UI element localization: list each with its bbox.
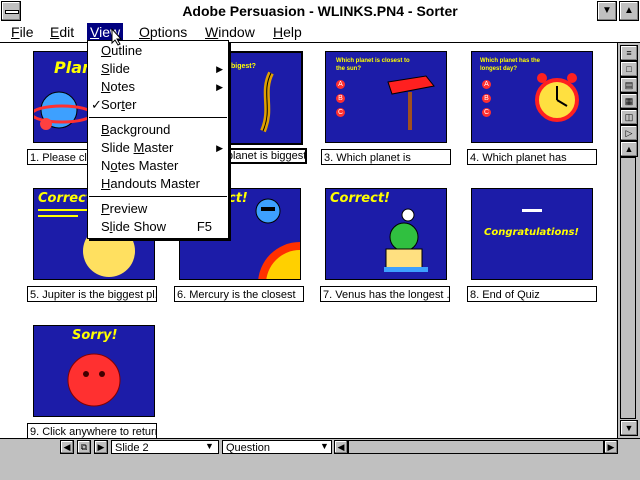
minimize-icon: ▼ <box>602 5 612 16</box>
chevron-down-icon[interactable]: ▼ <box>205 441 214 451</box>
prev-slide-icon[interactable]: ◀ <box>60 440 74 454</box>
page-icon[interactable]: ⧉ <box>77 440 91 454</box>
slide-thumbnail-4[interactable]: Which planet has the longest day? A B C <box>471 51 593 143</box>
menu-edit[interactable]: Edit <box>47 23 77 41</box>
vertical-scrollbar-track[interactable] <box>620 157 636 419</box>
scroll-down-icon[interactable]: ▼ <box>620 420 638 436</box>
slide-thumbnail-7[interactable]: Correct! <box>325 188 447 280</box>
slide-thumbnail-3[interactable]: Which planet is closest to the sun? A B … <box>325 51 447 143</box>
next-slide-icon[interactable]: ▶ <box>94 440 108 454</box>
slide-heading: Congratulations! <box>484 227 579 238</box>
view-menu-dropdown: Outline Slide ▶ Notes ▶ ✓ Sorter Background… <box>87 40 229 239</box>
menu-item-handouts-master[interactable]: Handouts Master <box>88 175 228 193</box>
title-bar-decoration <box>522 209 542 212</box>
menu-options[interactable]: Options <box>136 23 190 41</box>
shortcut-label: F5 <box>196 219 212 234</box>
menu-item-slide-master[interactable]: Slide Master ▶ <box>88 139 228 157</box>
scroll-left-icon[interactable]: ◀ <box>334 440 348 454</box>
menu-file[interactable]: File <box>8 23 37 41</box>
window-title: Adobe Persuasion - WLINKS.PN4 - Sorter <box>182 3 458 19</box>
outline-view-icon[interactable]: ≡ <box>620 45 638 61</box>
menu-help[interactable]: Help <box>270 23 305 41</box>
maximize-button[interactable]: ▲ <box>619 1 639 21</box>
slide-caption-3[interactable]: 3. Which planet is <box>321 149 451 165</box>
title-bar: Adobe Persuasion - WLINKS.PN4 - Sorter ▼… <box>0 0 640 23</box>
menu-item-slide[interactable]: Slide ▶ <box>88 60 228 78</box>
status-scroll-bar: ◀ ⧉ ▶ Slide 2 ▼ Question ▼ ◀ ▶ <box>0 438 640 456</box>
submenu-arrow-icon: ▶ <box>216 82 223 92</box>
menu-separator <box>89 196 227 197</box>
scroll-up-icon[interactable]: ▲ <box>620 141 638 157</box>
menu-item-background[interactable]: Background <box>88 121 228 139</box>
preview-icon[interactable]: ▷ <box>620 125 638 141</box>
menu-item-outline[interactable]: Outline <box>88 42 228 60</box>
slide-caption-4[interactable]: 4. Which planet has <box>467 149 597 165</box>
mouse-cursor-icon <box>111 28 123 46</box>
menu-item-preview[interactable]: Preview <box>88 200 228 218</box>
sad-planet-icon <box>67 353 121 407</box>
notes-view-icon[interactable]: ▤ <box>620 77 638 93</box>
menu-item-slide-show[interactable]: Slide Show F5 <box>88 218 228 236</box>
slide-caption-6[interactable]: 6. Mercury is the closest <box>174 286 304 302</box>
scroll-right-icon[interactable]: ▶ <box>604 440 618 454</box>
right-toolbar: ≡ □ ▤ ▦ ◫ ▷ ▲ ▼ <box>617 43 640 438</box>
slide-thumbnail-9[interactable]: Sorry! <box>33 325 155 417</box>
sorter-view-icon[interactable]: ▦ <box>620 93 638 109</box>
menu-item-sorter[interactable]: ✓ Sorter <box>88 96 228 114</box>
menu-window[interactable]: Window <box>202 23 258 41</box>
venus-character-icon <box>384 208 428 272</box>
menu-separator <box>89 117 227 118</box>
desktop-area <box>0 456 640 480</box>
menu-item-notes-master[interactable]: Notes Master <box>88 157 228 175</box>
menu-item-notes[interactable]: Notes ▶ <box>88 78 228 96</box>
submenu-arrow-icon: ▶ <box>216 64 223 74</box>
signpost-illustration-icon <box>387 75 435 130</box>
maximize-icon: ▲ <box>624 5 634 16</box>
alarm-clock-icon <box>535 73 579 122</box>
slide-view-icon[interactable]: □ <box>620 61 638 77</box>
layout-selector[interactable]: Question <box>222 440 332 454</box>
slide-caption-5[interactable]: 5. Jupiter is the biggest pl... <box>27 286 157 302</box>
slide-caption-7[interactable]: 7. Venus has the longest ... <box>320 286 450 302</box>
chevron-down-icon[interactable]: ▼ <box>320 441 329 451</box>
slide-caption-8[interactable]: 8. End of Quiz <box>467 286 597 302</box>
submenu-arrow-icon: ▶ <box>216 143 223 153</box>
background-view-icon[interactable]: ◫ <box>620 109 638 125</box>
minimize-button[interactable]: ▼ <box>597 1 617 21</box>
slide-caption-9[interactable]: 9. Click anywhere to return <box>27 423 157 439</box>
slide-thumbnail-8[interactable]: Congratulations! <box>471 188 593 280</box>
slide-selector[interactable]: Slide 2 <box>111 440 219 454</box>
horizontal-scrollbar-track[interactable] <box>348 440 604 454</box>
